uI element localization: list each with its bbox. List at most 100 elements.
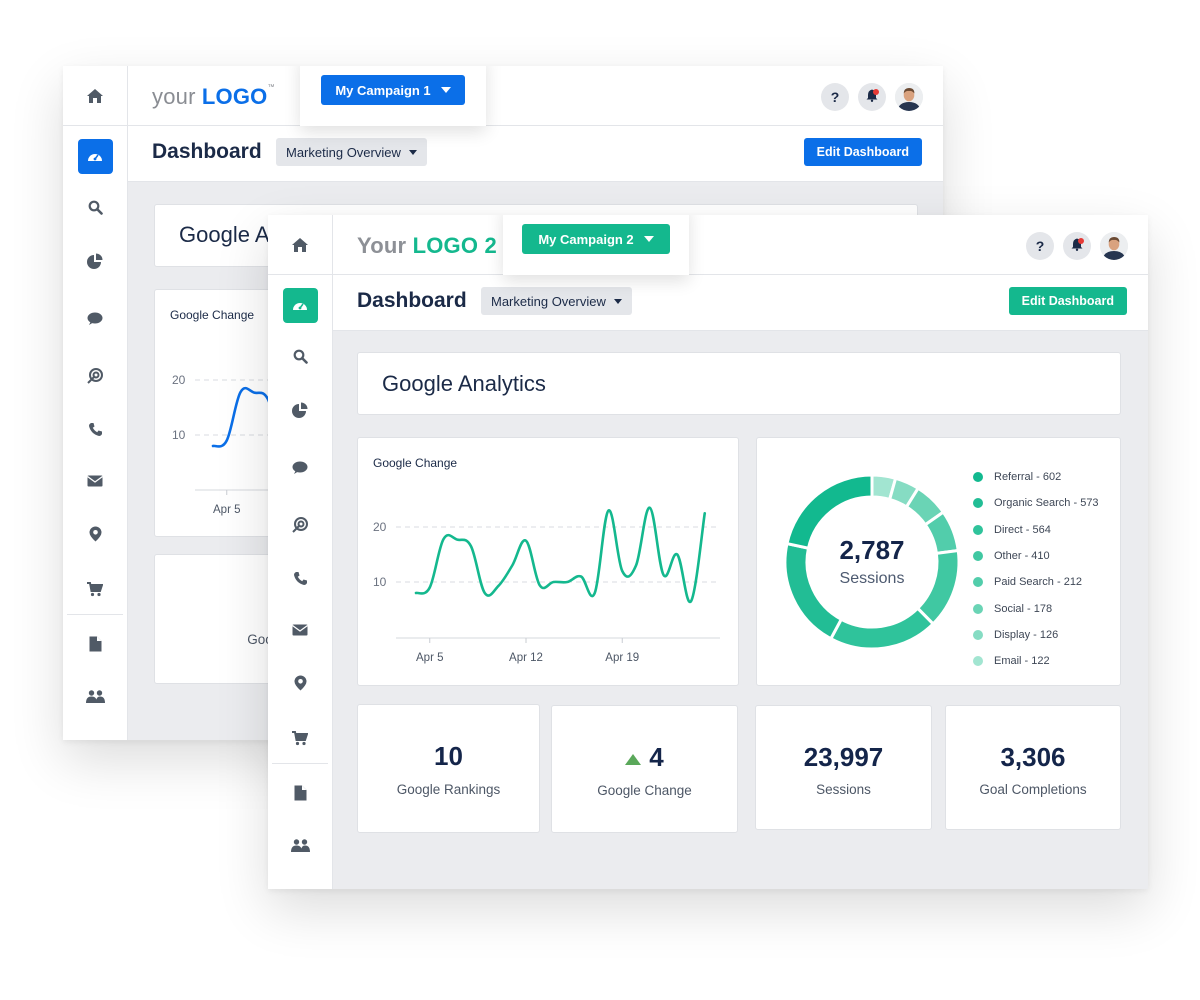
notification-badge	[1078, 238, 1084, 244]
x-tick-label: Apr 19	[605, 652, 639, 664]
user-avatar[interactable]	[1100, 232, 1128, 260]
sidebar-item-targeting[interactable]	[63, 358, 127, 394]
campaign-selector-button[interactable]: My Campaign 1	[321, 75, 465, 105]
page-header: Dashboard Marketing Overview Edit Dashbo…	[333, 275, 1148, 331]
data-point	[224, 438, 230, 444]
data-point	[702, 510, 708, 516]
kpi-label: Google Change	[597, 783, 692, 798]
legend-item[interactable]: Referral - 602	[973, 464, 1099, 490]
y-tick-label: 20	[172, 373, 186, 387]
sidebar-item-search[interactable]	[63, 189, 127, 225]
data-point	[427, 585, 433, 591]
phone-icon	[293, 571, 308, 586]
sidebar-item-chat[interactable]	[63, 301, 127, 337]
legend-item[interactable]: Paid Search - 212	[973, 569, 1099, 595]
legend-item[interactable]: Organic Search - 573	[973, 490, 1099, 516]
data-point	[441, 536, 447, 542]
home-icon	[86, 88, 104, 104]
top-bar: Your LOGO 2 My Campaign 2 ?	[333, 215, 1148, 275]
sidebar-item-calls[interactable]	[268, 560, 332, 596]
data-point	[633, 563, 639, 569]
legend-label: Email - 122	[994, 655, 1050, 668]
sidebar-item-locations[interactable]	[63, 516, 127, 552]
kpi-value: 3,306	[1000, 742, 1066, 772]
pie-chart-icon	[87, 253, 103, 269]
data-point	[210, 443, 216, 449]
edit-dashboard-button[interactable]: Edit Dashboard	[1008, 287, 1127, 315]
sidebar-item-home[interactable]	[268, 215, 332, 275]
target-icon	[87, 368, 103, 384]
donut-segment-direct[interactable]	[828, 606, 936, 651]
chat-icon	[292, 461, 308, 475]
campaign-selector-button[interactable]: My Campaign 2	[522, 224, 670, 254]
data-point	[413, 590, 419, 596]
notifications-button[interactable]	[1063, 232, 1091, 260]
users-icon	[290, 838, 310, 852]
kpi-value: 10	[434, 741, 463, 771]
donut-total-value: 2,787	[839, 535, 905, 565]
notifications-button[interactable]	[858, 83, 886, 111]
data-point	[578, 574, 584, 580]
sidebar-item-dashboard[interactable]	[268, 287, 332, 323]
legend-item[interactable]: Other - 410	[973, 543, 1099, 569]
legend-label: Other - 410	[994, 550, 1050, 563]
help-icon: ?	[1035, 238, 1045, 254]
home-icon	[291, 237, 309, 253]
legend-swatch	[973, 524, 983, 535]
sidebar-item-targeting[interactable]	[268, 507, 332, 543]
document-icon	[294, 785, 307, 801]
kpi-card-sessions: 23,997 Sessions	[755, 705, 932, 830]
data-point	[523, 538, 529, 544]
sidebar-item-email[interactable]	[63, 463, 127, 499]
legend-item[interactable]: Social - 178	[973, 595, 1099, 621]
edit-dashboard-button[interactable]: Edit Dashboard	[803, 138, 922, 166]
dashboard-icon	[282, 287, 318, 323]
sidebar-item-users[interactable]	[268, 827, 332, 863]
sidebar-item-locations[interactable]	[268, 665, 332, 701]
campaign-selector-popover: My Campaign 2	[503, 215, 689, 275]
help-button[interactable]: ?	[1026, 232, 1054, 260]
sidebar-item-email[interactable]	[268, 612, 332, 648]
x-tick-label: Apr 5	[213, 504, 241, 516]
dashboard-view-dropdown[interactable]: Marketing Overview	[481, 287, 632, 315]
sidebar-item-users[interactable]	[63, 678, 127, 714]
legend-label: Paid Search - 212	[994, 576, 1083, 589]
data-point	[496, 583, 502, 589]
legend-swatch	[973, 656, 983, 667]
user-avatar[interactable]	[895, 83, 923, 111]
google-change-line-chart: 10 20 Apr 5 Apr 12 Apr 19	[373, 505, 720, 664]
analytics-title-card: Google Analytics	[357, 352, 1121, 415]
data-point	[454, 537, 460, 543]
legend-swatch	[973, 577, 983, 588]
trend-up-icon	[625, 754, 642, 765]
page-title: Dashboard	[152, 140, 262, 163]
sidebar-item-calls[interactable]	[63, 411, 127, 447]
sidebar-item-home[interactable]	[63, 66, 127, 126]
sidebar-item-reports[interactable]	[63, 243, 127, 279]
caret-down-icon	[408, 149, 417, 155]
line-chart-card: Google Change 1020Apr 5Apr 12Apr 19	[357, 437, 739, 686]
legend-label: Social - 178	[994, 602, 1053, 615]
target-icon	[292, 517, 308, 533]
top-bar-actions: ?	[821, 83, 923, 111]
sidebar-item-documents[interactable]	[268, 775, 332, 811]
sidebar-item-dashboard[interactable]	[63, 138, 127, 174]
help-button[interactable]: ?	[821, 83, 849, 111]
legend-item[interactable]: Display - 126	[973, 622, 1099, 648]
sidebar-item-chat[interactable]	[268, 450, 332, 486]
data-point	[647, 505, 653, 511]
brand-logo[interactable]: Your LOGO 2	[357, 233, 497, 259]
legend-item[interactable]: Direct - 564	[973, 517, 1099, 543]
brand-logo[interactable]: your LOGO™	[152, 84, 275, 110]
kpi-value: 4	[552, 742, 737, 773]
kpi-label: Sessions	[816, 782, 871, 797]
sidebar-item-reports[interactable]	[268, 392, 332, 428]
kpi-label: Goal Completions	[979, 782, 1087, 797]
dashboard-view-dropdown[interactable]: Marketing Overview	[276, 138, 427, 166]
sidebar-item-search[interactable]	[268, 338, 332, 374]
legend-swatch	[973, 603, 983, 614]
page-title: Dashboard	[357, 289, 467, 312]
legend-item[interactable]: Email - 122	[973, 648, 1099, 674]
data-point	[238, 389, 244, 395]
sidebar-item-ecommerce[interactable]	[268, 720, 332, 756]
